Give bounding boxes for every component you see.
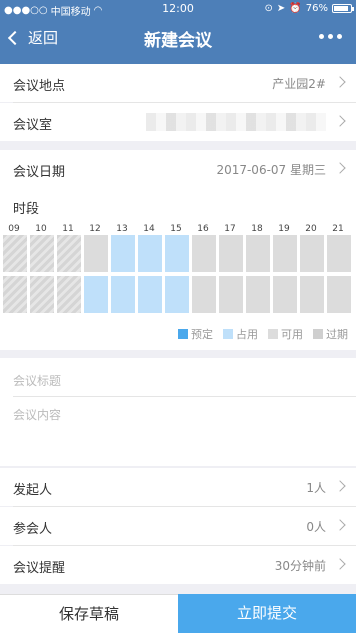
reminder-row[interactable]: 会议提醒 30分钟前 — [0, 546, 356, 584]
battery-percent: 76% — [305, 3, 328, 14]
timeslot-cell[interactable] — [165, 235, 189, 272]
more-dot-icon — [337, 34, 342, 39]
legend-label: 可用 — [281, 328, 303, 341]
time-panel: 会议日期 2017-06-07 星期三 时段 09 10 11 12 13 14 15 16 1… — [0, 150, 356, 350]
date-value: 2017-06-07 星期三 — [216, 163, 326, 177]
app-header: ●●●○○ 中国移动 ◠ 12:00 ⊙ ➤ ⏰ 76% 返回 新建会议 — [0, 0, 356, 64]
timeslot-cell[interactable] — [165, 276, 189, 313]
timeslot-cell[interactable] — [111, 276, 135, 313]
status-bar: ●●●○○ 中国移动 ◠ 12:00 ⊙ ➤ ⏰ 76% — [0, 0, 356, 18]
battery-icon — [332, 4, 354, 13]
date-label: 会议日期 — [13, 165, 66, 180]
timeslot-cell[interactable] — [219, 276, 243, 313]
hour-label: 15 — [170, 224, 182, 234]
timeslot-cell[interactable] — [192, 276, 216, 313]
chevron-right-icon — [334, 558, 346, 570]
footer-bar: 保存草稿 立即提交 — [0, 594, 356, 633]
hour-label: 10 — [35, 224, 47, 234]
hour-label: 14 — [143, 224, 155, 234]
chevron-right-icon — [334, 76, 346, 88]
legend-swatch — [268, 329, 278, 339]
hour-label: 13 — [116, 224, 128, 234]
save-draft-button[interactable]: 保存草稿 — [0, 594, 178, 633]
legend-label: 过期 — [326, 328, 348, 341]
legend-swatch — [178, 329, 188, 339]
chevron-right-icon — [334, 162, 346, 174]
hour-label: 20 — [305, 224, 317, 234]
participants-row[interactable]: 参会人 0人 — [0, 507, 356, 545]
lock-rotation-icon: ⊙ — [264, 3, 273, 14]
location-label: 会议地点 — [13, 79, 66, 94]
meeting-text-block: 会议标题 会议内容 — [0, 358, 356, 466]
meeting-title-input[interactable]: 会议标题 — [13, 372, 61, 389]
timeslot-cell[interactable] — [192, 235, 216, 272]
timeslot-cell[interactable] — [327, 235, 351, 272]
timeslot-cell[interactable] — [300, 235, 324, 272]
participants-value: 0人 — [306, 520, 326, 534]
timeslot-cell[interactable] — [30, 276, 54, 313]
timeslot-cell[interactable] — [300, 276, 324, 313]
legend-label: 占用 — [236, 328, 258, 341]
timeslot-cell[interactable] — [273, 235, 297, 272]
timeslot-cell[interactable] — [57, 235, 81, 272]
more-dot-icon — [319, 34, 324, 39]
timeslot-cell[interactable] — [138, 235, 162, 272]
date-row[interactable]: 会议日期 2017-06-07 星期三 — [0, 150, 356, 188]
hour-label: 11 — [62, 224, 74, 234]
hour-label: 12 — [89, 224, 101, 234]
timeslot-cell[interactable] — [3, 276, 27, 313]
timeslot-cell[interactable] — [273, 276, 297, 313]
room-value-blurred — [146, 113, 326, 131]
timeslot-cell[interactable] — [57, 276, 81, 313]
reminder-value: 30分钟前 — [274, 559, 326, 573]
submit-button[interactable]: 立即提交 — [178, 594, 356, 633]
hour-label: 19 — [278, 224, 290, 234]
hour-label: 17 — [224, 224, 236, 234]
initiator-row[interactable]: 发起人 1人 — [0, 468, 356, 506]
legend-item: 可用 — [268, 326, 303, 342]
location-row[interactable]: 会议地点 产业园2# — [0, 64, 356, 102]
legend-swatch — [313, 329, 323, 339]
timeslot-cell[interactable] — [138, 276, 162, 313]
timeslot-cell[interactable] — [246, 235, 270, 272]
more-button[interactable] — [319, 34, 342, 39]
timeslot-cell[interactable] — [3, 235, 27, 272]
nav-bar: 返回 新建会议 — [0, 18, 356, 58]
initiator-label: 发起人 — [13, 483, 53, 498]
participants-label: 参会人 — [13, 522, 53, 537]
location-icon: ➤ — [276, 3, 286, 14]
hour-label: 16 — [197, 224, 209, 234]
hour-label: 21 — [332, 224, 344, 234]
legend-label: 预定 — [191, 328, 213, 341]
timeslot-cell[interactable] — [30, 235, 54, 272]
timeslot-cell[interactable] — [84, 276, 108, 313]
meeting-content-input[interactable]: 会议内容 — [13, 406, 61, 423]
timeslot-label: 时段 — [13, 202, 40, 217]
legend-item: 预定 — [178, 326, 213, 342]
legend: 预定 占用 可用 过期 — [178, 326, 348, 342]
timeslot-cell[interactable] — [84, 235, 108, 272]
chevron-right-icon — [334, 519, 346, 531]
divider — [13, 396, 356, 397]
timeslot-cell[interactable] — [327, 276, 351, 313]
legend-item: 过期 — [313, 326, 348, 342]
chevron-right-icon — [334, 480, 346, 492]
initiator-value: 1人 — [306, 481, 326, 495]
room-row[interactable]: 会议室 — [0, 103, 356, 141]
more-dot-icon — [328, 34, 333, 39]
alarm-icon: ⏰ — [289, 3, 302, 14]
room-label: 会议室 — [13, 118, 53, 133]
page-title: 新建会议 — [144, 31, 212, 51]
timeslot-cell[interactable] — [219, 235, 243, 272]
hour-label: 09 — [8, 224, 20, 234]
hour-label: 18 — [251, 224, 263, 234]
location-value: 产业园2# — [272, 77, 326, 91]
timeslot-cell[interactable] — [246, 276, 270, 313]
reminder-label: 会议提醒 — [13, 561, 66, 576]
timeslot-cell[interactable] — [111, 235, 135, 272]
legend-swatch — [223, 329, 233, 339]
status-right: ⊙ ➤ ⏰ 76% — [264, 3, 354, 14]
chevron-right-icon — [334, 115, 346, 127]
legend-item: 占用 — [223, 326, 258, 342]
